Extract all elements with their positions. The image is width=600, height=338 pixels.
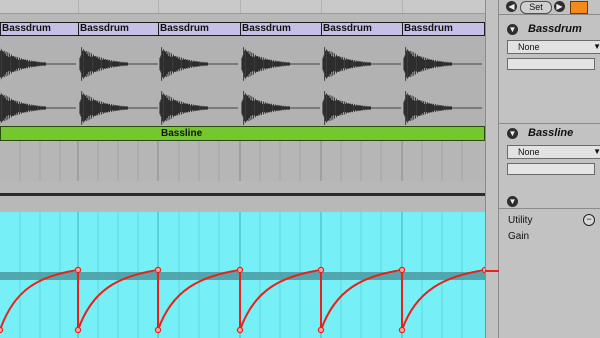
arrangement-view[interactable]: Bassdrum Bassdrum Bassdrum Bassdrum Bass… (0, 14, 485, 338)
automation-breakpoint[interactable] (398, 326, 406, 334)
automation-outlet (485, 58, 600, 72)
bassdrum-clip-header[interactable]: Bassdrum (158, 22, 241, 36)
ruler-grid-line (158, 0, 159, 13)
set-label: Set (529, 2, 543, 12)
right-arrow-icon[interactable]: ▶ (554, 1, 565, 12)
bassdrum-track-title[interactable]: Bassdrum (528, 23, 582, 35)
set-locator-button[interactable]: Set (520, 1, 552, 14)
bassline-track-title[interactable]: Bassline (528, 127, 573, 139)
automation-continuation (485, 270, 499, 272)
separator (499, 208, 600, 209)
bassdrum-clip-header[interactable]: Bassdrum (321, 22, 403, 36)
bassline-input-select[interactable]: None ▼ (507, 145, 600, 159)
automation-envelope (0, 268, 485, 331)
remove-icon[interactable]: − (583, 214, 595, 226)
automation-breakpoint[interactable] (74, 266, 82, 274)
ruler-grid-line (78, 0, 79, 13)
bassline-track[interactable]: Bassline (0, 126, 485, 181)
automation-breakpoint[interactable] (317, 326, 325, 334)
automation-device-chooser[interactable]: Utility (508, 215, 532, 226)
gain-automation-lane[interactable] (0, 212, 485, 338)
panel-divider (498, 0, 499, 338)
automation-breakpoint[interactable] (0, 326, 4, 334)
fold-icon[interactable]: ▼ (507, 128, 518, 139)
fold-icon[interactable]: ▼ (507, 24, 518, 35)
bassline-clip-label: Bassline (161, 128, 203, 139)
bassline-input-channel[interactable] (507, 163, 595, 175)
bassdrum-input-value: None (518, 42, 540, 52)
automation-breakpoint[interactable] (154, 266, 162, 274)
automation-breakpoint[interactable] (236, 326, 244, 334)
left-arrow-icon[interactable]: ◀ (506, 1, 517, 12)
bassdrum-clip-header[interactable]: Bassdrum (402, 22, 485, 36)
automation-breakpoint[interactable] (236, 266, 244, 274)
bassdrum-clip-header[interactable]: Bassdrum (78, 22, 159, 36)
automation-curve[interactable] (0, 212, 485, 338)
ruler-grid-line (321, 0, 322, 13)
automation-breakpoint[interactable] (154, 326, 162, 334)
separator (499, 14, 600, 15)
bassline-clip-body (19, 141, 463, 181)
unfold-icon[interactable]: ▼ (507, 196, 518, 207)
separator (499, 123, 600, 124)
waveform-path (0, 47, 482, 125)
bassline-clip-header[interactable]: Bassline (0, 126, 485, 141)
dropdown-arrow-icon: ▼ (593, 42, 600, 51)
automation-breakpoint[interactable] (317, 266, 325, 274)
automation-breakpoint[interactable] (74, 326, 82, 334)
ruler-grid-line (240, 0, 241, 13)
bassdrum-input-select[interactable]: None ▼ (507, 40, 600, 54)
bassdrum-waveform (0, 47, 482, 125)
dropdown-arrow-icon: ▼ (593, 147, 600, 156)
lock-icon[interactable] (570, 1, 588, 14)
timeline-ruler[interactable] (0, 0, 485, 14)
bassdrum-clip-header[interactable]: Bassdrum (240, 22, 322, 36)
track-divider (0, 193, 485, 196)
bassdrum-clip-header[interactable]: Bassdrum (0, 22, 79, 36)
bassline-input-value: None (518, 147, 540, 157)
ruler-grid-line (402, 0, 403, 13)
bassdrum-track[interactable]: Bassdrum Bassdrum Bassdrum Bassdrum Bass… (0, 22, 485, 136)
automation-breakpoint[interactable] (398, 266, 406, 274)
automation-parameter-chooser[interactable]: Gain (508, 231, 529, 242)
